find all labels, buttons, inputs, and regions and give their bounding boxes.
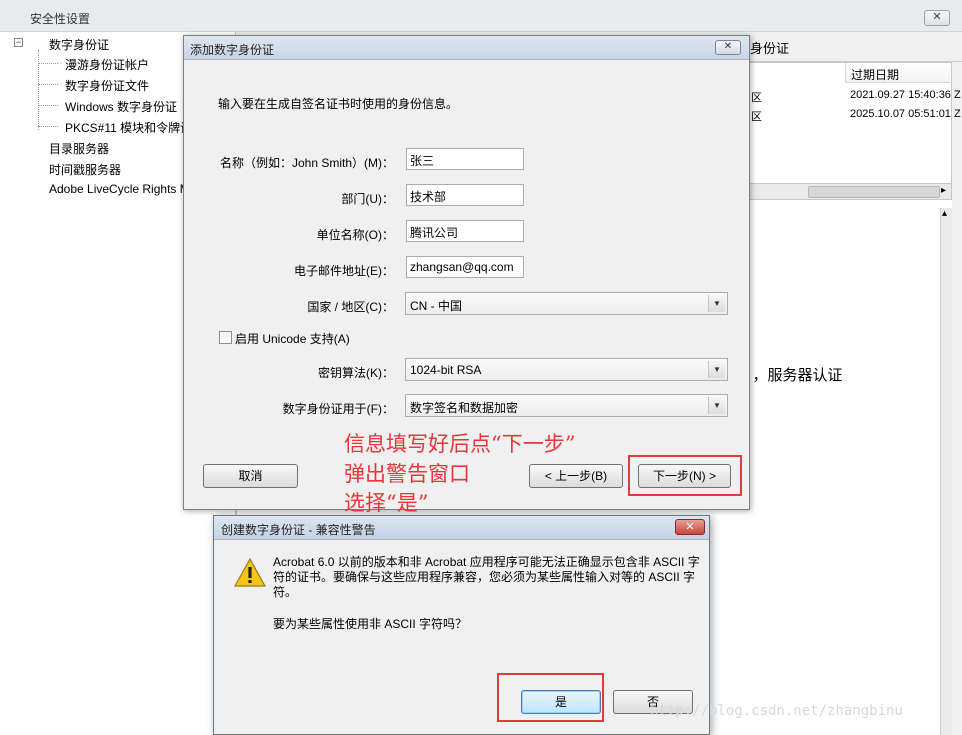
scroll-right-icon[interactable]: ▸	[941, 185, 946, 196]
scrollbar-thumb[interactable]	[808, 186, 940, 198]
chevron-down-icon[interactable]: ▼	[708, 295, 725, 312]
tree-collapse-icon[interactable]: −	[14, 38, 23, 47]
dialog-titlebar: 创建数字身份证 - 兼容性警告 ✕	[214, 516, 709, 540]
country-select[interactable]: CN - 中国 ▼	[405, 292, 728, 315]
vertical-scrollbar[interactable]	[940, 208, 952, 735]
name-field[interactable]: 张三	[406, 148, 524, 170]
tree-connector	[38, 126, 58, 127]
yes-button-highlight	[497, 673, 604, 722]
row-prefix: 区	[751, 111, 762, 123]
usage-label: 数字身份证用于(F)：	[282, 402, 394, 416]
dialog-close-button[interactable]: ✕	[675, 519, 705, 535]
panel-title: 身份证	[750, 41, 790, 56]
annotation-line-2: 弹出警告窗口	[344, 462, 470, 486]
tree-item-timestamp-servers[interactable]: 时间戳服务器	[49, 161, 121, 178]
window-close-button[interactable]: ✕	[924, 10, 950, 26]
compatibility-warning-dialog: 创建数字身份证 - 兼容性警告 ✕ Acrobat 6.0 以前的版本和非 Ac…	[213, 515, 710, 735]
email-field[interactable]: zhangsan@qq.com	[406, 256, 524, 278]
country-select-value: CN - 中国	[410, 299, 462, 313]
row-expiry[interactable]: 2021.09.27 15:40:36 Z	[850, 89, 961, 101]
country-label: 国家 / 地区(C)：	[307, 300, 394, 314]
annotation-line-1: 信息填写好后点“下一步”	[344, 432, 576, 456]
window-title: 安全性设置	[30, 12, 91, 26]
dialog-close-button[interactable]: ✕	[715, 40, 741, 55]
department-label: 部门(U)：	[341, 192, 394, 206]
algorithm-label: 密钥算法(K)：	[318, 366, 394, 380]
unicode-checkbox-label[interactable]: 启用 Unicode 支持(A)	[235, 330, 350, 347]
tree-connector	[38, 50, 39, 130]
column-header-expiry[interactable]: 过期日期	[845, 63, 950, 83]
organization-label: 单位名称(O)：	[316, 228, 394, 242]
tree-connector	[38, 84, 58, 85]
dialog-title: 创建数字身份证 - 兼容性警告	[221, 523, 376, 537]
warning-question: 要为某些属性使用非 ASCII 字符吗？	[273, 617, 468, 631]
warning-message: Acrobat 6.0 以前的版本和非 Acrobat 应用程序可能无法正确显示…	[273, 555, 700, 599]
chevron-down-icon[interactable]: ▼	[708, 361, 725, 378]
usage-select[interactable]: 数字签名和数据加密 ▼	[405, 394, 728, 417]
cancel-button[interactable]: 取消	[203, 464, 298, 488]
tree-item-digital-ids[interactable]: 数字身份证	[49, 36, 109, 53]
dialog-intro: 输入要在生成自签名证书时使用的身份信息。	[218, 97, 459, 111]
tree-item-roaming-ids[interactable]: 漫游身份证帐户	[65, 56, 149, 73]
row-expiry[interactable]: 2025.10.07 05:51:01 Z	[850, 108, 961, 120]
name-label: 名称（例如：John Smith）(M)：	[219, 156, 394, 170]
dialog-title: 添加数字身份证	[190, 43, 275, 57]
tree-item-windows-ids[interactable]: Windows 数字身份证	[65, 98, 177, 115]
tree-item-id-files[interactable]: 数字身份证文件	[65, 77, 149, 94]
email-label: 电子邮件地址(E)：	[294, 264, 394, 278]
back-button[interactable]: < 上一步(B)	[529, 464, 623, 488]
window-titlebar: 安全性设置 ✕	[0, 0, 962, 32]
tree-connector	[38, 63, 58, 64]
tree-item-livecycle[interactable]: Adobe LiveCycle Rights M	[49, 182, 190, 196]
usage-select-value: 数字签名和数据加密	[410, 401, 519, 415]
tree-item-directory-servers[interactable]: 目录服务器	[49, 140, 109, 157]
scroll-up-icon[interactable]: ▴	[942, 208, 947, 219]
chevron-down-icon[interactable]: ▼	[708, 397, 725, 414]
annotation-line-3: 选择“是”	[344, 491, 429, 515]
tree-item-pkcs11[interactable]: PKCS#11 模块和令牌设	[65, 119, 192, 136]
algorithm-select[interactable]: 1024-bit RSA ▼	[405, 358, 728, 381]
warning-icon	[234, 558, 266, 587]
dialog-titlebar: 添加数字身份证 ✕	[184, 36, 749, 60]
organization-field[interactable]: 腾讯公司	[406, 220, 524, 242]
detail-text: ），服务器认证	[745, 367, 843, 384]
next-button-highlight	[628, 455, 742, 496]
unicode-checkbox[interactable]	[219, 331, 232, 344]
department-field[interactable]: 技术部	[406, 184, 524, 206]
tree-connector	[38, 105, 58, 106]
watermark: http://blog.csdn.net/zhangbinu	[650, 703, 903, 719]
algorithm-select-value: 1024-bit RSA	[410, 363, 482, 377]
row-prefix: 区	[751, 92, 762, 104]
